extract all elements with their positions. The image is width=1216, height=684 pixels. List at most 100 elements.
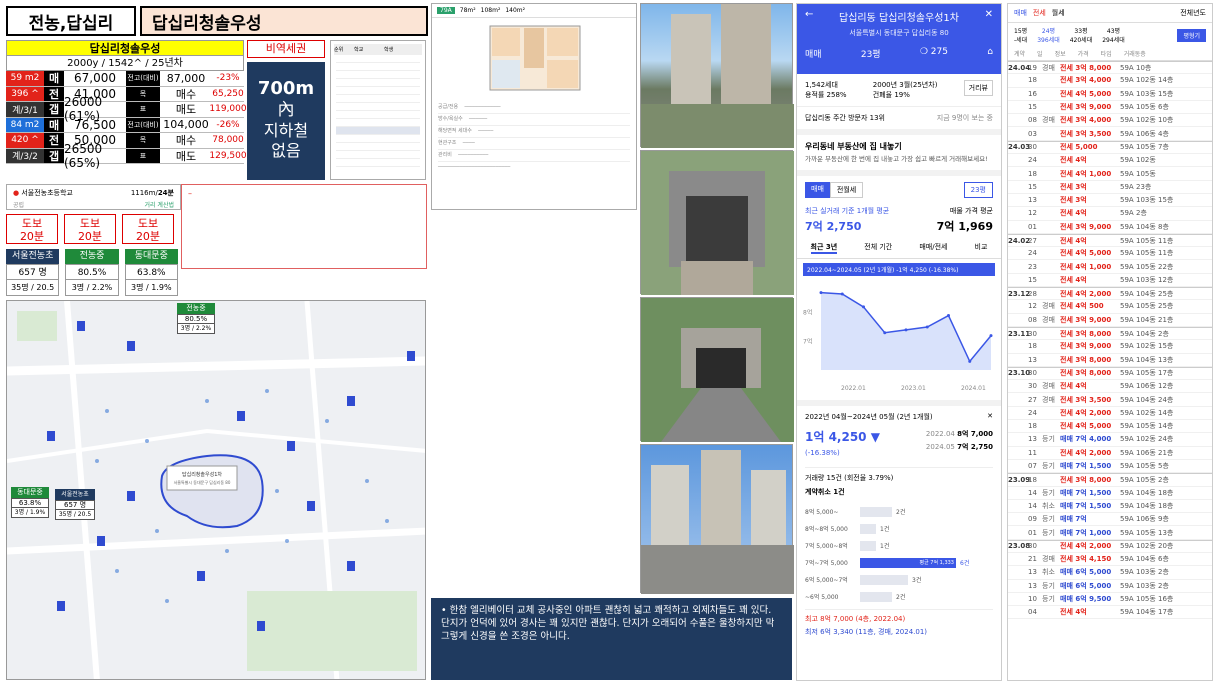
list-tab[interactable]: 월세 [1052,8,1065,18]
table-row[interactable]: 23.11 30 전세 3억 8,000 59A 104동 2층 [1008,326,1212,341]
school-stat-2: 전농중 80.5% 3명 / 2.2% [65,249,119,296]
table-row[interactable]: 23.09 18 전세 3억 8,000 59A 105동 2층 [1008,473,1212,487]
plan-tab[interactable]: 108m² [481,7,501,14]
map-view[interactable]: 답십리청솔우성1차 서울특별시 동대문구 답십리동 80 전농중 80.5% 3… [6,300,426,680]
x-tick-label: 2023.01 [901,385,926,392]
table-row[interactable]: 12 전세 4억 59A 2층 [1008,207,1212,221]
period-tab[interactable]: 비교 [975,242,988,254]
street-view-button[interactable]: 거리뷰 [963,80,993,96]
row-label: 계/3/1 [6,102,44,117]
period-tabs: 최근 3년 전체 기간 매매/전세 비교 [797,238,1001,259]
home-icon[interactable]: ⌂ [987,47,993,60]
table-row[interactable]: 09 등기 매매 7억 59A 106동 9층 [1008,513,1212,527]
size-tab[interactable]: 24평 396세대 [1037,26,1060,44]
table-row[interactable]: 21 경매 전세 3억 4,150 59A 104동 6층 [1008,553,1212,567]
table-row[interactable]: 18 전세 4억 5,000 59A 105동 14층 [1008,420,1212,434]
table-row[interactable]: 16 전세 4억 5,000 59A 103동 15층 [1008,88,1212,101]
table-row[interactable]: 14 취소 매매 7억 1,500 59A 104동 18층 [1008,500,1212,514]
promo-banner[interactable]: 우리동네 부동산에 집 내놓기 가까운 부동산에 한 번에 집 내놓고 가장 쉽… [797,135,1001,176]
tab-sale[interactable]: 매매 [805,182,830,198]
table-row[interactable]: 23 전세 4억 1,000 59A 105동 22층 [1008,260,1212,274]
table-row[interactable]: 24 전세 4억 2,000 59A 102동 14층 [1008,407,1212,421]
school-list-line [336,55,420,63]
table-row[interactable]: 18 전세 4억 1,000 59A 105동 [1008,167,1212,181]
comments-count[interactable]: ❍ 275 [920,47,948,60]
table-row[interactable]: 13 등기 매매 6억 5,000 59A 103동 2층 [1008,580,1212,593]
table-row[interactable]: 13 전세 3억 59A 103동 15층 [1008,194,1212,208]
size-button[interactable]: 평형기 [1177,28,1206,42]
table-row[interactable]: 01 전세 3억 9,000 59A 104동 8층 [1008,221,1212,234]
table-row[interactable]: 14 등기 매매 7억 1,500 59A 104동 18층 [1008,487,1212,500]
table-row[interactable]: 12 경매 전세 4억 500 59A 105동 25층 [1008,300,1212,314]
apartment-title: 답십리청솔우성 [140,6,428,36]
mobile-panel: ← 답십리동 답십리청솔우성1차 ✕ 서울특별시 동대문구 답십리동 80 매매… [796,3,1002,681]
school-list-lines [334,55,422,167]
table-row[interactable]: 08 경매 전세 3억 4,000 59A 102동 10층 [1008,114,1212,128]
back-arrow-icon[interactable]: ← [805,9,813,24]
tab-rent[interactable]: 전월세 [829,182,864,198]
sale-tabs: 매매 전월세 23평 [797,176,1001,204]
list-tab[interactable]: 전세 [1033,8,1046,18]
plan-tab[interactable]: 140m² [505,7,525,14]
distribution-bar-row: 7억 5,000~8억 1건 [805,537,993,554]
close-change-icon[interactable]: ✕ [987,412,993,422]
table-row[interactable]: 18 전세 3억 9,000 59A 102동 15층 [1008,340,1212,354]
school-info-link[interactable]: 거리 계산법 [144,200,174,209]
year-select[interactable]: 전체년도 [1180,8,1206,18]
table-row[interactable]: 15 전세 3억 9,000 59A 105동 6층 [1008,101,1212,115]
list-tab[interactable]: 매매 [1014,8,1027,18]
table-row[interactable]: 08 경매 전세 3억 9,000 59A 104동 21층 [1008,314,1212,327]
table-row[interactable]: 27 경매 전세 3억 3,500 59A 104동 24층 [1008,393,1212,407]
price-chart: 8억 7억 2022.01 2023.01 2024.01 [803,291,993,392]
row-value3: -26% [216,119,240,130]
school-list-card: 순위 학교 학생 [330,40,426,180]
school-list-header: 순위 학교 학생 [334,44,422,55]
table-row[interactable]: 15 전세 3억 59A 23층 [1008,181,1212,194]
table-row[interactable]: 24.03 30 전세 5,000 59A 105동 7층 [1008,140,1212,155]
table-row[interactable]: 24 전세 4억 5,000 59A 105동 11층 [1008,247,1212,261]
row-type: 전 [44,133,64,148]
chart-point [862,305,865,309]
table-row[interactable]: 30 경매 전세 4억 59A 106동 12층 [1008,380,1212,394]
period-tab[interactable]: 매매/전세 [919,242,947,254]
table-row[interactable]: 24.02 27 전세 4억 59A 105동 11층 [1008,233,1212,248]
size-tab[interactable]: 15평 -세대 [1014,26,1027,44]
size-dropdown[interactable]: 23평 [963,182,993,198]
mobile-address: 서울특별시 동대문구 답십리동 80 [849,29,949,37]
table-row[interactable]: 03 전세 3억 3,500 59A 106동 4층 [1008,127,1212,141]
table-row[interactable]: 23.08 30 전세 4억 2,000 59A 102동 20층 [1008,539,1212,553]
table-row[interactable]: 15 전세 4억 59A 103동 12층 [1008,274,1212,288]
photo-3-drawing [641,298,794,442]
row-value: 67,000 [74,71,116,86]
size-select[interactable]: 23평 [861,47,881,60]
table-row[interactable]: 13 전세 3억 8,000 59A 104동 13층 [1008,354,1212,367]
row-type: 전 [44,86,64,101]
change-section: 2022년 04월~2024년 05월 (2년 1개월) ✕ 1억 4,250 ▼… [797,400,1001,643]
school-list-line [336,79,420,87]
table-row[interactable]: 13 등기 매매 7억 4,000 59A 102동 24층 [1008,433,1212,447]
table-row[interactable]: 07 등기 매매 7억 1,500 59A 105동 5층 [1008,460,1212,474]
size-tab[interactable]: 43평 294세대 [1102,26,1125,44]
info-row: 59 m2 매 67,000 전고(대비) 87,000 -23% [6,71,244,87]
table-row[interactable]: 11 전세 4억 2,000 59A 106동 21층 [1008,447,1212,460]
table-row[interactable]: 23.12 28 전세 4억 2,000 59A 104동 25층 [1008,287,1212,301]
trade-type-select[interactable]: 매매 [805,47,822,60]
table-row[interactable]: 04 전세 4억 59A 104동 17층 [1008,606,1212,620]
close-icon[interactable]: ✕ [985,9,993,24]
table-row[interactable]: 24.04 19 경매 전세 3억 8,000 59A 10층 [1008,61,1212,75]
table-row[interactable]: 23.10 30 전세 3억 8,000 59A 105동 17층 [1008,366,1212,381]
plan-tab[interactable]: 79A [437,7,455,14]
plan-tab[interactable]: 78m² [460,7,476,14]
table-row[interactable]: 24 전세 4억 59A 102동 [1008,154,1212,168]
table-row[interactable]: 18 전세 3억 4,000 59A 102동 14층 [1008,74,1212,88]
table-row[interactable]: 01 등기 매매 7억 1,000 59A 105동 13층 [1008,526,1212,540]
size-tabs: 15평 -세대 24평 396세대 33평 420세대 43평 294세대 평형기 [1008,23,1212,47]
table-row[interactable]: 10 등기 매매 6억 9,500 59A 105동 16층 [1008,593,1212,607]
table-row[interactable]: 13 취소 매매 6억 5,000 59A 103동 2층 [1008,566,1212,580]
chart-range-label: 2022.04~2024.05 (2년 1개월) -1억 4,250 (-16.… [803,263,995,276]
row-key: 표 [126,102,160,117]
comment-box: • 한참 엘리베이터 교체 공사중인 아파트 괜찮히 넓고 쾌적하고 외제차들도… [431,598,792,680]
period-tab[interactable]: 전체 기간 [864,242,892,254]
period-tab[interactable]: 최근 3년 [810,242,838,254]
size-tab[interactable]: 33평 420세대 [1070,26,1093,44]
